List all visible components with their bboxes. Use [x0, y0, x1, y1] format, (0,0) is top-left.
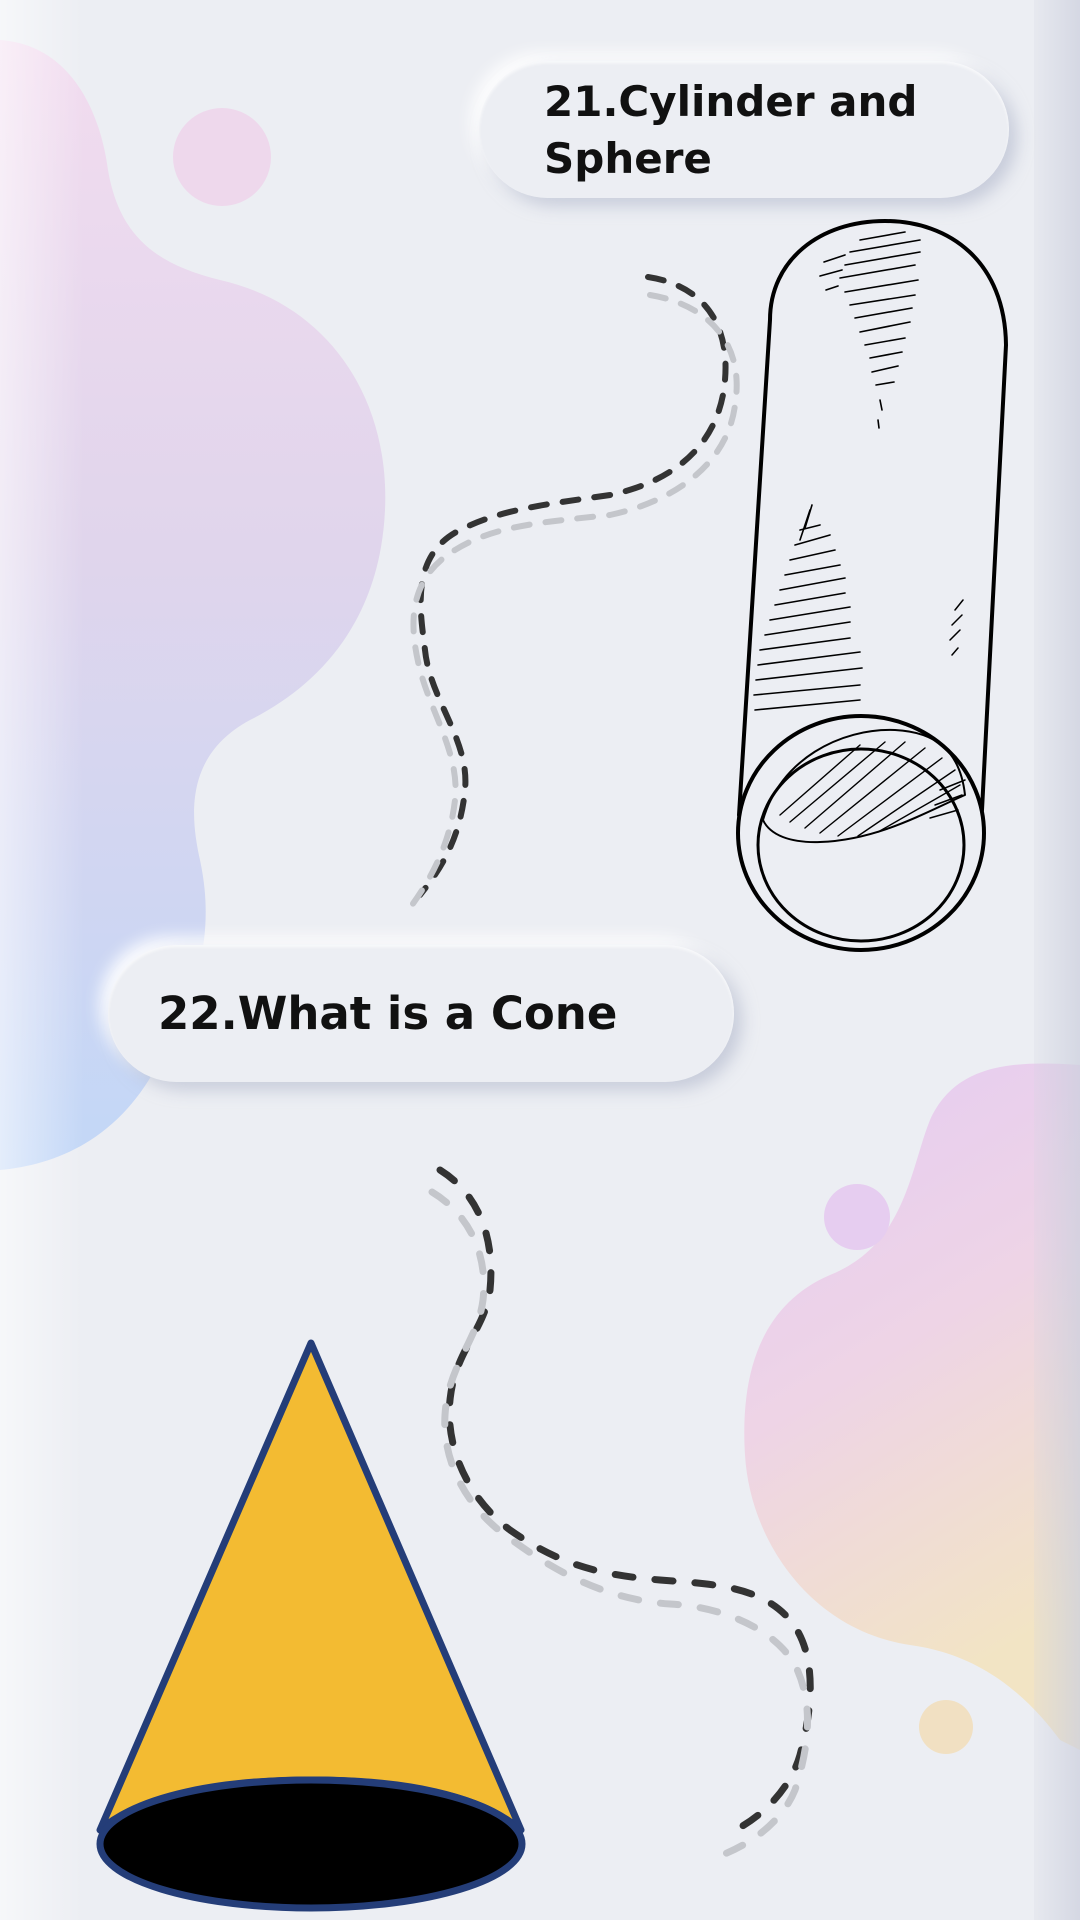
slide-page: 21.Cylinder and Sphere 22.What is a Cone [0, 0, 1080, 1920]
dashed-curve-top [409, 274, 740, 908]
illustrations-layer [96, 219, 1008, 1912]
cone-icon [96, 1339, 526, 1912]
cylinder-sketch-icon [736, 219, 1008, 952]
